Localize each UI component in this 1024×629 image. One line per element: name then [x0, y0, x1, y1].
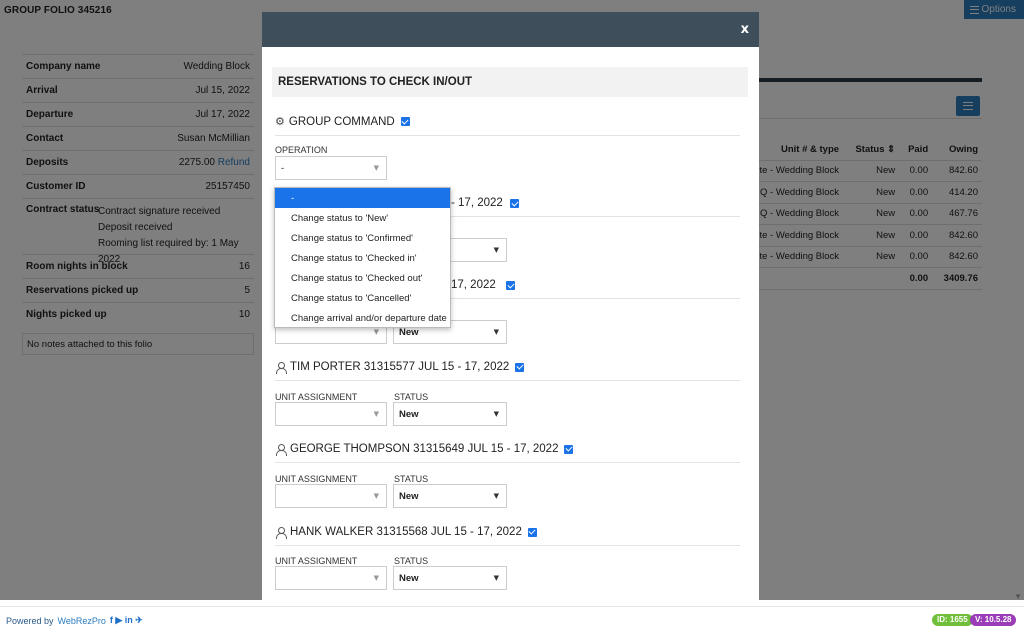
- chevron-down-icon: ▼: [373, 410, 379, 418]
- status-select[interactable]: New ▼: [393, 484, 507, 508]
- gear-icon: ⚙: [275, 115, 285, 128]
- unit-assignment-select[interactable]: ▼: [275, 402, 387, 426]
- status-label: STATUS: [394, 474, 429, 484]
- guest-checkbox[interactable]: [564, 444, 574, 454]
- user-icon: [275, 443, 287, 456]
- unit-assignment-select[interactable]: ▼: [275, 566, 387, 590]
- webrezpro-link[interactable]: WebRezPro: [58, 616, 106, 626]
- modal-header: x: [262, 12, 759, 47]
- guest-header: GEORGE THOMPSON 31315649 JUL 15 - 17, 20…: [275, 443, 740, 463]
- dropdown-option[interactable]: Change status to 'Cancelled': [275, 288, 450, 308]
- guest-header: TIM PORTER 31315577 JUL 15 - 17, 2022: [275, 361, 740, 381]
- powered-by: Powered by WebRezPro f ▶ in ✈: [6, 615, 143, 626]
- chevron-down-icon: ▼: [493, 246, 499, 254]
- dropdown-option[interactable]: Change status to 'Checked out': [275, 268, 450, 288]
- guest-checkbox[interactable]: [527, 527, 537, 537]
- dropdown-option[interactable]: Change status to 'New': [275, 208, 450, 228]
- unit-assignment-label: UNIT ASSIGNMENT: [275, 556, 358, 566]
- group-command-header: ⚙ GROUP COMMAND: [275, 115, 740, 136]
- close-button[interactable]: x: [741, 22, 749, 37]
- guest-header: HANK WALKER 31315568 JUL 15 - 17, 2022: [275, 526, 740, 546]
- id-badge: ID: 1655: [932, 614, 973, 626]
- version-badge: V: 10.5.28: [970, 614, 1017, 626]
- user-icon: [275, 361, 287, 374]
- unit-assignment-label: UNIT ASSIGNMENT: [275, 392, 358, 402]
- operation-dropdown-list: - Change status to 'New' Change status t…: [274, 187, 451, 328]
- status-label: STATUS: [394, 556, 429, 566]
- chevron-down-icon: ▼: [493, 492, 499, 500]
- operation-select[interactable]: - ▼: [275, 156, 387, 180]
- operation-label: OPERATION: [275, 145, 328, 155]
- guest-checkbox[interactable]: [510, 199, 519, 208]
- unit-assignment-select[interactable]: ▼: [275, 484, 387, 508]
- chevron-down-icon: ▼: [373, 164, 379, 172]
- chevron-down-icon: ▼: [493, 328, 499, 336]
- social-icons[interactable]: f ▶ in ✈: [110, 615, 143, 626]
- chevron-down-icon: ▼: [373, 328, 379, 336]
- dropdown-option[interactable]: Change status to 'Checked in': [275, 248, 450, 268]
- status-select[interactable]: New ▼: [393, 402, 507, 426]
- footer: Powered by WebRezPro f ▶ in ✈: [0, 606, 1024, 629]
- scroll-down-icon[interactable]: ▼: [1014, 592, 1022, 601]
- chevron-down-icon: ▼: [373, 574, 379, 582]
- dropdown-option[interactable]: -: [275, 188, 450, 208]
- status-select[interactable]: New ▼: [393, 566, 507, 590]
- chevron-down-icon: ▼: [493, 410, 499, 418]
- chevron-down-icon: ▼: [493, 574, 499, 582]
- unit-assignment-label: UNIT ASSIGNMENT: [275, 474, 358, 484]
- user-icon: [275, 526, 287, 539]
- guest-checkbox[interactable]: [506, 281, 515, 290]
- dropdown-option[interactable]: Change arrival and/or departure date: [275, 308, 450, 328]
- guest-checkbox[interactable]: [515, 362, 525, 372]
- status-label: STATUS: [394, 392, 429, 402]
- section-title: RESERVATIONS TO CHECK IN/OUT: [272, 67, 748, 97]
- group-command-checkbox[interactable]: [400, 117, 410, 126]
- chevron-down-icon: ▼: [373, 492, 379, 500]
- dropdown-option[interactable]: Change status to 'Confirmed': [275, 228, 450, 248]
